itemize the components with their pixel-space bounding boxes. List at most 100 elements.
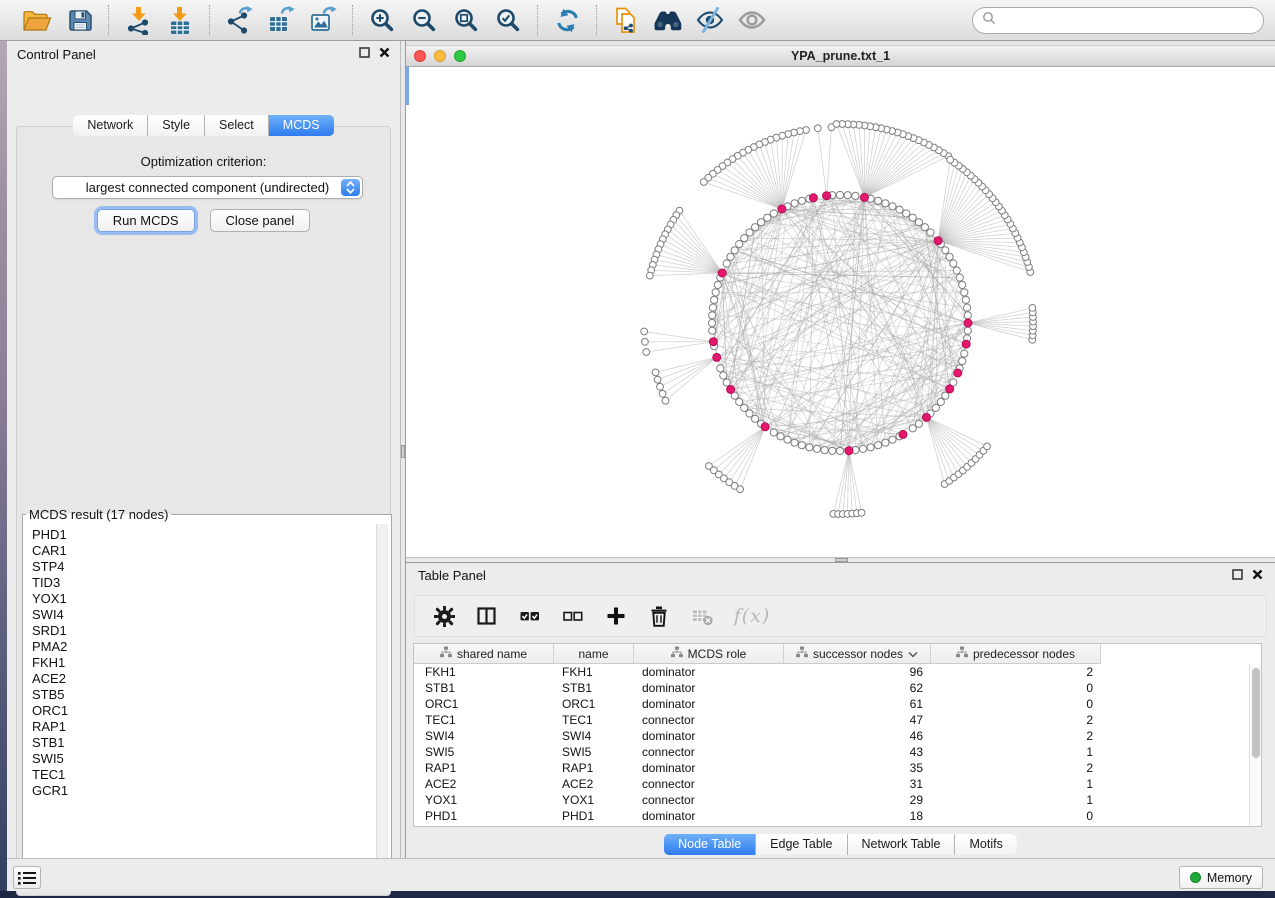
mcds-result-item[interactable]: SWI4: [32, 607, 388, 623]
mcds-result-item[interactable]: PHD1: [32, 527, 388, 543]
column-header-name[interactable]: name: [554, 644, 634, 663]
splitter-grip-icon[interactable]: [401, 445, 405, 458]
tab-select[interactable]: Select: [205, 115, 269, 136]
table-row[interactable]: PHD1PHD1dominator180: [414, 808, 1249, 824]
run-mcds-button[interactable]: Run MCDS: [97, 209, 195, 232]
cell-MCDS-role: dominator: [634, 697, 784, 711]
mcds-list-scrollbar[interactable]: [376, 524, 388, 876]
table-row[interactable]: RAP1RAP1dominator352: [414, 760, 1249, 776]
mcds-result-item[interactable]: ACE2: [32, 671, 388, 687]
cell-MCDS-role: connector: [634, 745, 784, 759]
save-session-icon[interactable]: [62, 4, 96, 36]
export-table-icon[interactable]: [264, 4, 298, 36]
column-header-predecessor-nodes[interactable]: predecessor nodes: [931, 644, 1101, 663]
table-row[interactable]: ACE2ACE2connector311: [414, 776, 1249, 792]
close-panel-icon[interactable]: [379, 45, 390, 63]
mcds-result-item[interactable]: STB5: [32, 687, 388, 703]
mcds-result-item[interactable]: PMA2: [32, 639, 388, 655]
hide-selected-icon[interactable]: [693, 4, 727, 36]
table-row[interactable]: FKH1FKH1dominator962: [414, 664, 1249, 680]
import-network-icon[interactable]: [121, 4, 155, 36]
cell-name: SWI4: [554, 729, 634, 743]
cell-predecessor-nodes: 1: [931, 793, 1101, 807]
tab-node-table[interactable]: Node Table: [664, 834, 756, 855]
tab-style[interactable]: Style: [148, 115, 205, 136]
cell-predecessor-nodes: 1: [931, 777, 1101, 791]
mcds-result-item[interactable]: ORC1: [32, 703, 388, 719]
cell-name: SWI5: [554, 745, 634, 759]
tab-network-table[interactable]: Network Table: [848, 834, 956, 855]
close-panel-button[interactable]: Close panel: [210, 209, 311, 232]
cell-successor-nodes: 35: [784, 761, 931, 775]
network-canvas[interactable]: [406, 67, 1275, 557]
splitter-grip-icon[interactable]: [835, 558, 848, 562]
search-input[interactable]: [997, 11, 1263, 31]
table-row[interactable]: STB1STB1dominator620: [414, 680, 1249, 696]
import-table-icon[interactable]: [163, 4, 197, 36]
zoom-out-icon[interactable]: [407, 4, 441, 36]
mcds-result-list[interactable]: PHD1CAR1STP4TID3YOX1SWI4SRD1PMA2FKH1ACE2…: [26, 524, 388, 876]
column-header-MCDS-role[interactable]: MCDS role: [634, 644, 784, 663]
table-scrollbar[interactable]: [1249, 664, 1261, 826]
mcds-result-item[interactable]: RAP1: [32, 719, 388, 735]
cytoscape-app: Control Panel NetworkStyleSelectMCDS Opt…: [0, 0, 1275, 898]
node-table-body[interactable]: FKH1FKH1dominator962STB1STB1dominator620…: [414, 664, 1249, 826]
main-toolbar: [0, 0, 1275, 41]
close-panel-icon[interactable]: [1252, 567, 1263, 585]
show-all-icon[interactable]: [735, 4, 769, 36]
control-panel-title: Control Panel: [17, 47, 96, 62]
table-row[interactable]: TEC1TEC1connector472: [414, 712, 1249, 728]
mcds-result-item[interactable]: FKH1: [32, 655, 388, 671]
mcds-result-item[interactable]: STB1: [32, 735, 388, 751]
zoom-in-icon[interactable]: [365, 4, 399, 36]
cell-MCDS-role: dominator: [634, 665, 784, 679]
network-window-titlebar[interactable]: YPA_prune.txt_1: [406, 45, 1275, 67]
deselect-all-rows-icon[interactable]: [560, 603, 586, 629]
tab-network[interactable]: Network: [73, 115, 148, 136]
float-panel-icon[interactable]: [1232, 567, 1243, 585]
table-scrollbar-thumb[interactable]: [1252, 668, 1260, 758]
criterion-select[interactable]: largest connected component (undirected): [52, 176, 363, 199]
mcds-result-item[interactable]: SWI5: [32, 751, 388, 767]
float-panel-icon[interactable]: [359, 45, 370, 63]
column-header-successor-nodes[interactable]: successor nodes: [784, 644, 931, 663]
first-neighbors-icon[interactable]: [651, 4, 685, 36]
cell-successor-nodes: 47: [784, 713, 931, 727]
search-box[interactable]: [972, 7, 1264, 34]
cell-shared-name: RAP1: [414, 761, 554, 775]
mcds-result-item[interactable]: STP4: [32, 559, 388, 575]
select-all-rows-icon[interactable]: [517, 603, 543, 629]
show-columns-icon[interactable]: [474, 603, 500, 629]
mcds-result-item[interactable]: SRD1: [32, 623, 388, 639]
export-image-icon[interactable]: [306, 4, 340, 36]
tab-motifs[interactable]: Motifs: [955, 834, 1016, 855]
mcds-result-item[interactable]: TEC1: [32, 767, 388, 783]
tab-edge-table[interactable]: Edge Table: [756, 834, 847, 855]
mcds-result-item[interactable]: TID3: [32, 575, 388, 591]
zoom-selected-icon[interactable]: [491, 4, 525, 36]
create-column-icon[interactable]: [603, 603, 629, 629]
zoom-fit-icon[interactable]: [449, 4, 483, 36]
cell-successor-nodes: 96: [784, 665, 931, 679]
column-header-shared-name[interactable]: shared name: [414, 644, 554, 663]
mcds-result-item[interactable]: GCR1: [32, 783, 388, 799]
org-tree-icon: [956, 646, 968, 661]
open-file-icon[interactable]: [20, 4, 54, 36]
task-history-button[interactable]: [13, 866, 41, 889]
table-mode-gear-icon[interactable]: [431, 603, 457, 629]
desktop-wallpaper-left: [0, 41, 7, 891]
table-row[interactable]: YOX1YOX1connector291: [414, 792, 1249, 808]
org-tree-icon: [440, 646, 452, 661]
cell-shared-name: ORC1: [414, 697, 554, 711]
new-network-from-selection-icon[interactable]: [609, 4, 643, 36]
table-row[interactable]: SWI4SWI4dominator462: [414, 728, 1249, 744]
apply-layout-icon[interactable]: [550, 4, 584, 36]
delete-columns-icon[interactable]: [646, 603, 672, 629]
memory-button[interactable]: Memory: [1179, 866, 1263, 889]
table-row[interactable]: ORC1ORC1dominator610: [414, 696, 1249, 712]
tab-mcds[interactable]: MCDS: [269, 115, 334, 136]
table-row[interactable]: SWI5SWI5connector431: [414, 744, 1249, 760]
mcds-result-item[interactable]: YOX1: [32, 591, 388, 607]
mcds-result-item[interactable]: CAR1: [32, 543, 388, 559]
export-network-icon[interactable]: [222, 4, 256, 36]
